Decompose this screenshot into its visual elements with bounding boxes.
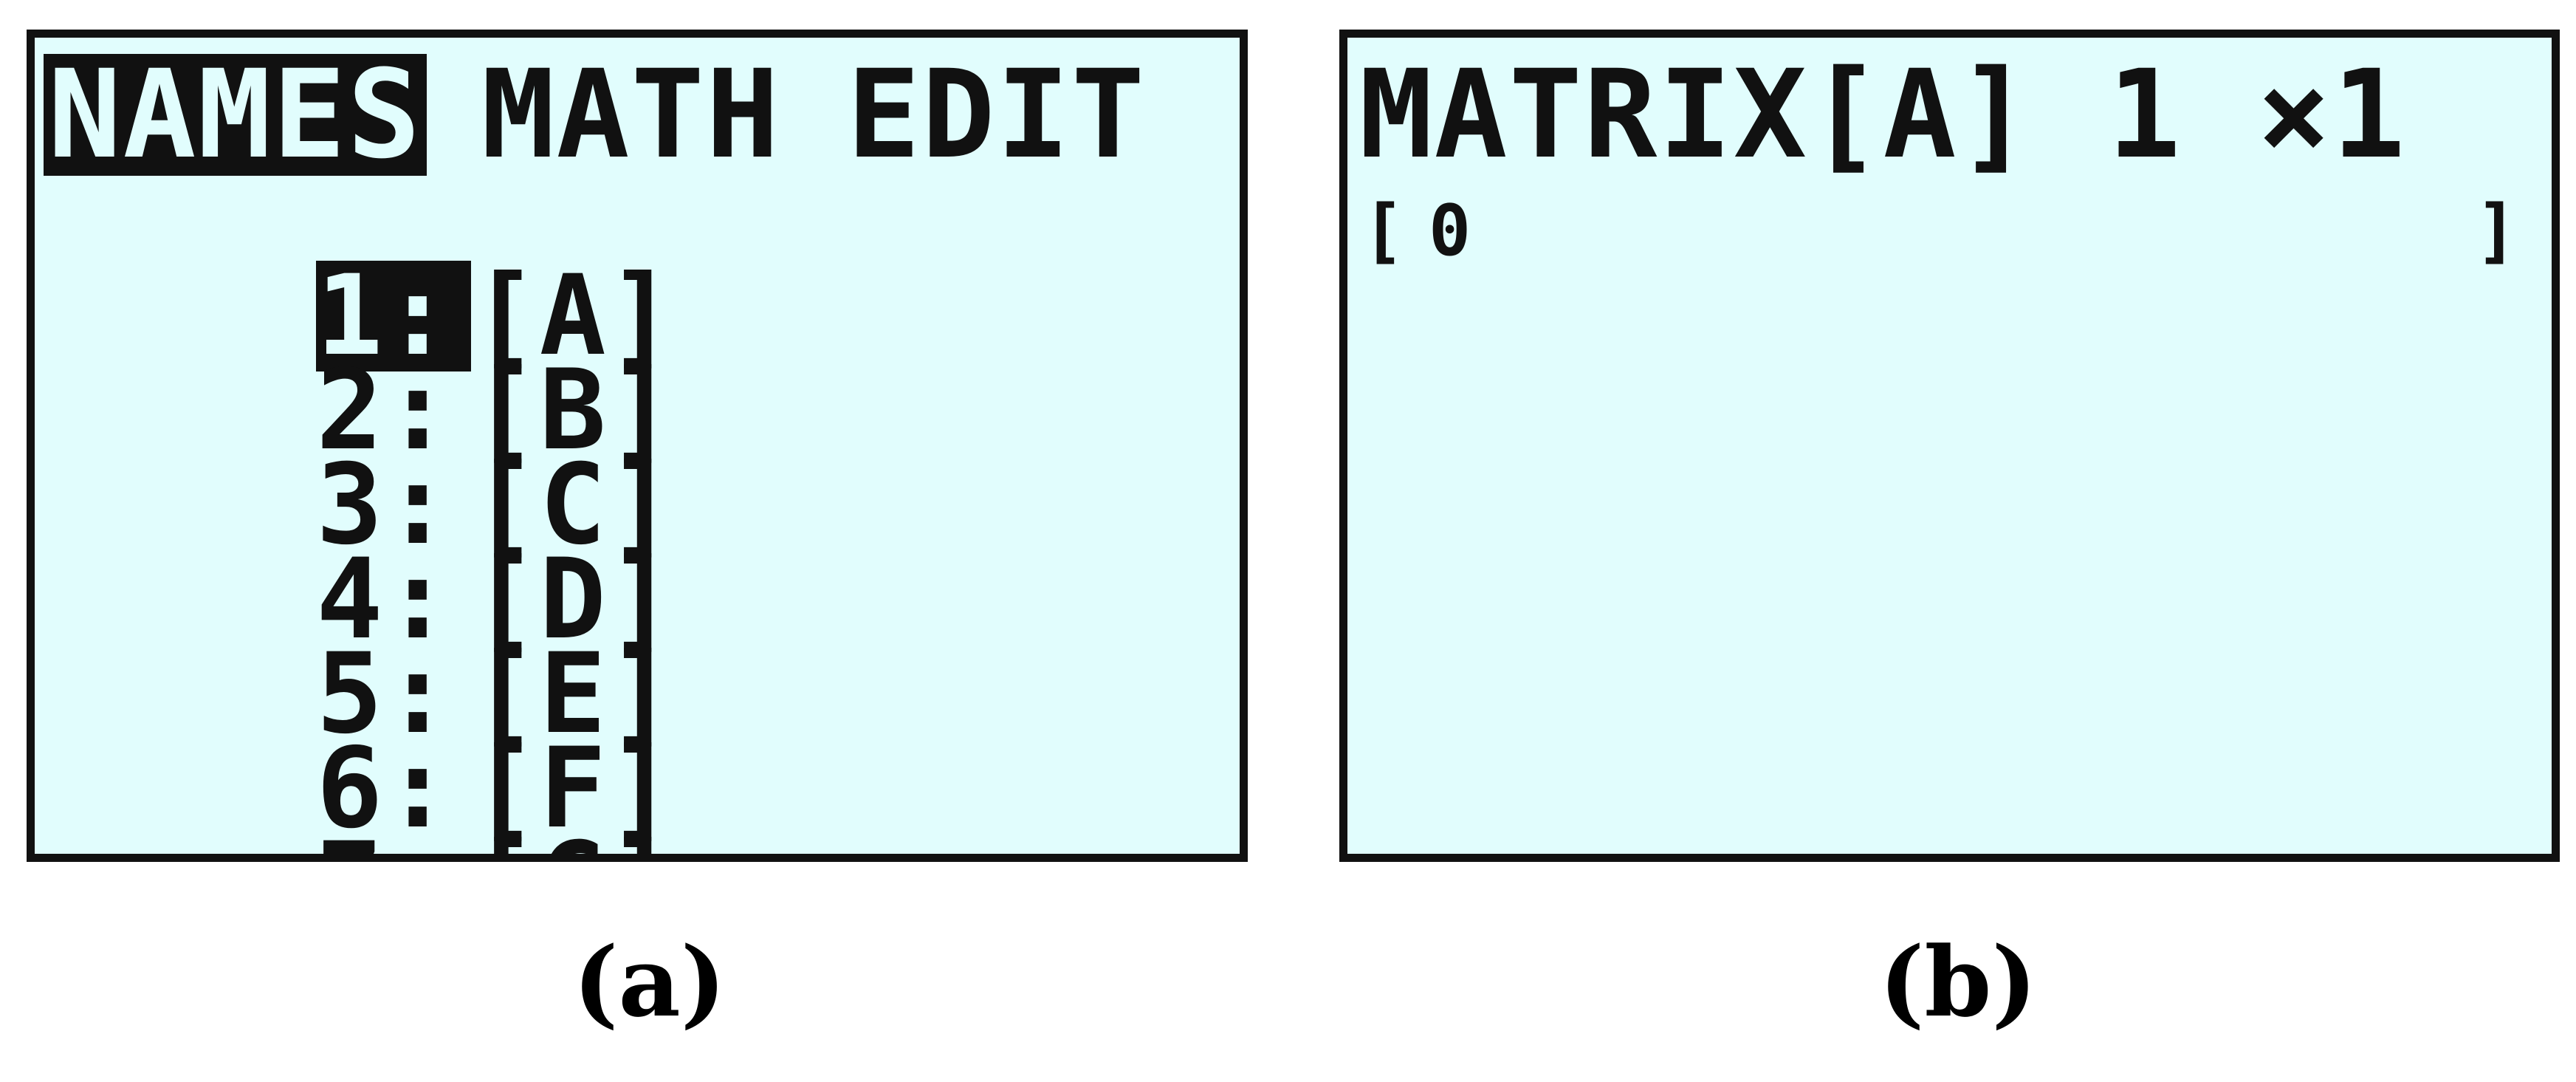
menu-item-matrix-g[interactable]: 7↓[G]: [44, 717, 676, 854]
menu-item-matrix-c[interactable]: 3: [C]: [44, 339, 676, 561]
menu-item-label: [G]: [471, 819, 676, 854]
calculator-screen-matrix-editor: MATRIX[A] 1 ×1 [ 0 ]: [1339, 30, 2560, 862]
matrix-row-open-bracket: [: [1362, 191, 1407, 272]
menu-tab-edit[interactable]: EDIT: [847, 54, 1146, 176]
menu-item-matrix-e[interactable]: 5: [E]: [44, 528, 676, 750]
figure-caption-a: (a): [573, 925, 727, 1038]
menu-item-key-more-down-arrow: 7↓: [316, 828, 471, 854]
menu-item-matrix-b[interactable]: 2: [B]: [44, 244, 676, 466]
matrix-dimension-header: MATRIX[A] 1 ×1: [1359, 44, 2407, 185]
figure-caption-b: (b): [1879, 925, 2037, 1038]
menu-item-matrix-a[interactable]: 1: [A]: [44, 150, 676, 371]
matrix-cell-value[interactable]: 0: [1429, 196, 1472, 267]
matrix-row-close-bracket: ]: [2475, 191, 2519, 272]
menu-item-matrix-f[interactable]: 6: [F]: [44, 623, 676, 844]
calculator-screen-matrix-menu: NAMES MATH EDIT 1: [A] 2: [B] 3: [C] 4: [D] …: [27, 30, 1248, 862]
menu-item-matrix-d[interactable]: 4: [D]: [44, 434, 676, 655]
